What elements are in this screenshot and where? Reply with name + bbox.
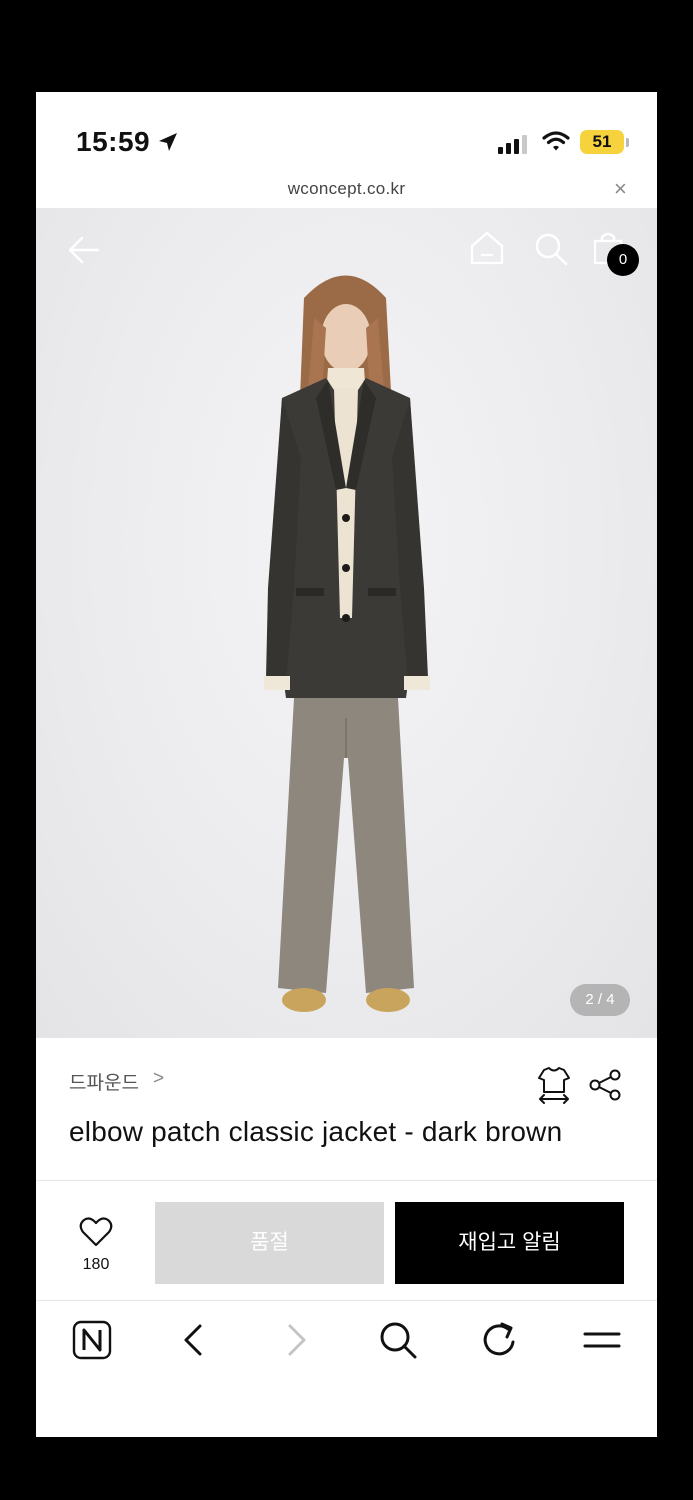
browser-forward-icon[interactable] bbox=[282, 1320, 312, 1360]
location-arrow-icon bbox=[159, 133, 177, 151]
cart-count-badge[interactable]: 0 bbox=[607, 244, 639, 276]
status-time: 15:59 bbox=[76, 126, 151, 157]
restock-alert-button[interactable]: 재입고 알림 bbox=[395, 1202, 624, 1284]
chevron-right-icon[interactable]: > bbox=[153, 1068, 164, 1090]
search-icon[interactable] bbox=[533, 231, 569, 267]
divider bbox=[36, 1300, 657, 1301]
naver-home-icon[interactable] bbox=[72, 1320, 112, 1360]
wishlist-count: 180 bbox=[82, 1256, 110, 1273]
product-photo bbox=[264, 275, 430, 1012]
phone-screen: 15:59 51 wconcept.co.kr × 0 2 / 4 드파운드 >… bbox=[36, 92, 657, 1437]
home-icon[interactable] bbox=[468, 230, 506, 266]
cellular-signal-icon bbox=[498, 135, 527, 154]
status-bar: 15:59 51 bbox=[36, 92, 657, 180]
menu-icon[interactable] bbox=[582, 1320, 622, 1360]
product-image[interactable]: 0 2 / 4 bbox=[36, 208, 657, 1038]
browser-search-icon[interactable] bbox=[378, 1320, 418, 1360]
heart-icon[interactable] bbox=[76, 1217, 116, 1247]
close-icon[interactable]: × bbox=[614, 176, 627, 202]
browser-url[interactable]: wconcept.co.kr bbox=[36, 179, 657, 199]
browser-back-icon[interactable] bbox=[178, 1320, 208, 1360]
share-icon[interactable] bbox=[588, 1068, 622, 1102]
brand-link[interactable]: 드파운드 bbox=[69, 1068, 139, 1095]
size-guide-icon[interactable] bbox=[536, 1066, 572, 1104]
battery-indicator: 51 bbox=[580, 130, 624, 154]
soldout-button[interactable]: 품절 bbox=[155, 1202, 384, 1284]
wifi-icon bbox=[542, 131, 570, 151]
product-title: elbow patch classic jacket - dark brown bbox=[69, 1116, 563, 1147]
reload-icon[interactable] bbox=[480, 1320, 520, 1360]
back-arrow-icon[interactable] bbox=[66, 232, 102, 268]
divider bbox=[36, 1180, 657, 1181]
battery-tip bbox=[626, 138, 629, 147]
image-counter: 2 / 4 bbox=[570, 984, 630, 1016]
